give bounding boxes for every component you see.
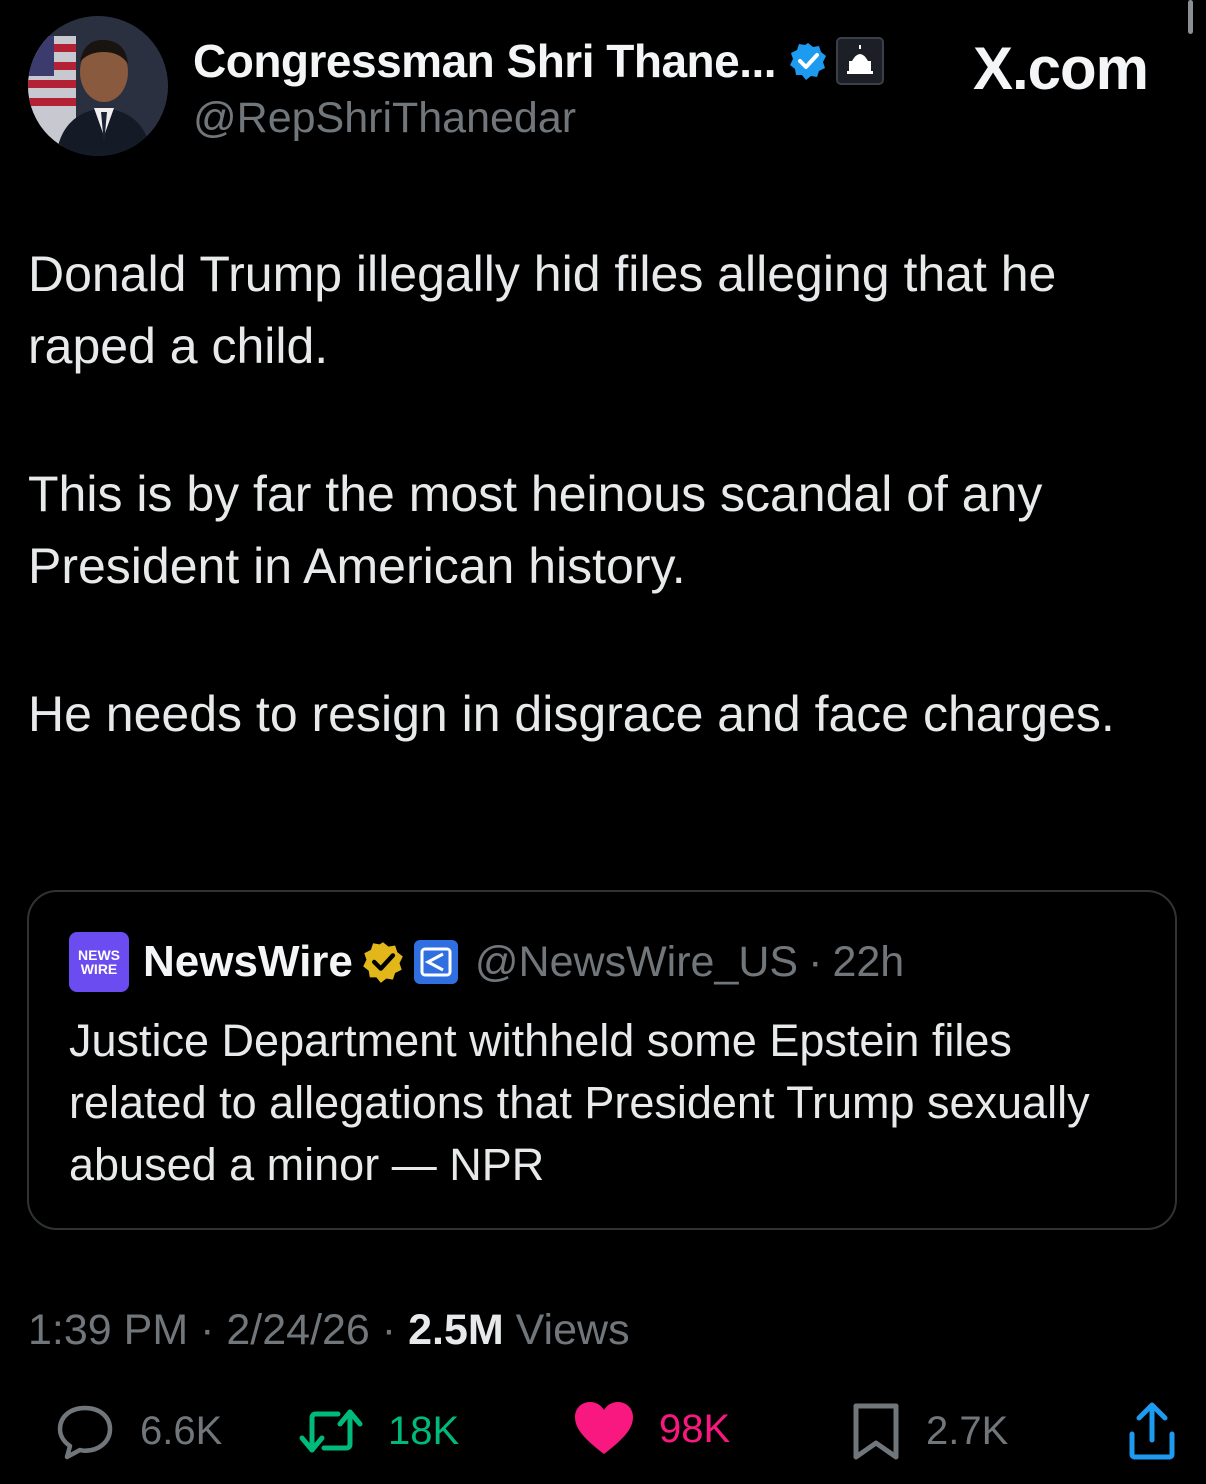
newswire-avatar[interactable]: NEWS WIRE xyxy=(69,932,129,992)
quoted-tweet-header: NEWS WIRE NewsWire @NewsWire_US · 22h xyxy=(69,932,904,992)
tweet-paragraph: This is by far the most heinous scandal … xyxy=(28,466,1043,594)
quoted-author-handle[interactable]: @NewsWire_US xyxy=(475,938,798,987)
separator-dot: · xyxy=(808,937,823,986)
scrollbar[interactable] xyxy=(1188,0,1193,34)
affiliate-badge-icon[interactable] xyxy=(413,939,459,985)
newswire-logo-line: WIRE xyxy=(80,961,118,977)
name-row: Congressman Shri Thane... xyxy=(193,34,885,88)
separator-dot: · xyxy=(381,1306,397,1354)
heart-icon xyxy=(573,1400,635,1458)
tweet-text: Donald Trump illegally hid files allegin… xyxy=(28,238,1178,826)
bookmark-count: 2.7K xyxy=(926,1408,1009,1453)
like-count: 98K xyxy=(659,1406,731,1451)
views-label: Views xyxy=(515,1306,630,1354)
separator-dot: · xyxy=(200,1306,215,1354)
reply-button[interactable]: 6.6K xyxy=(54,1400,222,1462)
retweet-count: 18K xyxy=(388,1408,460,1453)
like-button[interactable]: 98K xyxy=(573,1400,730,1458)
views-count: 2.5M xyxy=(408,1306,504,1354)
quoted-tweet-timestamp[interactable]: 22h xyxy=(832,938,904,987)
tweet-header: Congressman Shri Thane... @RepShriThaned… xyxy=(28,16,1178,158)
retweet-icon xyxy=(298,1400,364,1462)
avatar[interactable] xyxy=(28,16,168,156)
tweet-paragraph: Donald Trump illegally hid files allegin… xyxy=(28,246,1057,374)
x-com-brand-label: X.com xyxy=(972,35,1149,102)
tweet-time[interactable]: 1:39 PM xyxy=(28,1306,188,1354)
bookmark-icon xyxy=(850,1400,902,1462)
newswire-logo-line: NEWS xyxy=(78,947,120,963)
quoted-tweet-text: Justice Department withheld some Epstein… xyxy=(69,1015,1090,1190)
gold-verified-badge-icon[interactable] xyxy=(361,940,405,984)
author-handle[interactable]: @RepShriThanedar xyxy=(193,94,576,143)
retweet-button[interactable]: 18K xyxy=(298,1400,459,1462)
reply-icon xyxy=(54,1400,116,1462)
us-capitol-badge-icon[interactable] xyxy=(836,37,885,85)
author-display-name[interactable]: Congressman Shri Thane... xyxy=(193,34,777,88)
tweet-metadata: 1:39 PM · 2/24/26 · 2.5M Views xyxy=(28,1306,630,1355)
verified-badge-icon[interactable] xyxy=(788,41,828,81)
tweet-date[interactable]: 2/24/26 xyxy=(226,1306,369,1354)
tweet-paragraph: He needs to resign in disgrace and face … xyxy=(28,686,1115,742)
action-bar: 6.6K 18K 98K 2.7K xyxy=(28,1400,1178,1480)
share-button[interactable] xyxy=(1126,1400,1178,1462)
bookmark-button[interactable]: 2.7K xyxy=(850,1400,1008,1462)
quoted-author-name[interactable]: NewsWire xyxy=(143,937,353,987)
quoted-tweet-card[interactable]: NEWS WIRE NewsWire @NewsWire_US · 22h Ju… xyxy=(27,890,1177,1230)
share-icon xyxy=(1126,1400,1178,1462)
reply-count: 6.6K xyxy=(140,1408,223,1453)
